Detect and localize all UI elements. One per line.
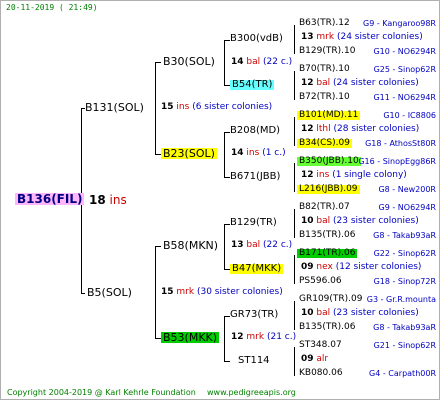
queen-g4-7[interactable]: B350(JBB).10 (297, 157, 361, 166)
queen-g4-11-origin: G22 - Sinop62R (373, 249, 436, 258)
queen-g3-8[interactable]: ST114 (238, 356, 270, 366)
queen-g3-2[interactable]: B54(TR) (230, 80, 275, 90)
queen-g4-12-origin: G18 - Sinop72R (373, 277, 436, 286)
queen-g3-7[interactable]: GR73(TR) (230, 310, 278, 320)
queen-g4-10-origin: G8 - Takab93aR (373, 231, 436, 240)
website-link[interactable]: www.pedigreeapis.org (207, 389, 296, 397)
connector-line (294, 71, 295, 100)
connector-line (294, 347, 295, 376)
queen-g4-6[interactable]: B34(CS).09 (297, 139, 352, 148)
queen-g4-8-origin: G8 - New200R (378, 185, 436, 194)
queen-g4-3-origin: G25 - Sinop62R (373, 65, 436, 74)
connector-line (294, 25, 295, 54)
queen-g4-2[interactable]: B129(TR).10 (299, 47, 355, 56)
queen-g4-4-origin: G11 - NO6294R (373, 93, 436, 102)
queen-g4-9-origin: G9 - NO6294R (378, 203, 436, 212)
queen-g4-12[interactable]: PS596.06 (299, 277, 342, 286)
queen-g4-1-origin: G9 - Kangaroo98R (363, 19, 436, 28)
queen-g1-1[interactable]: B131(SOL) (85, 102, 144, 113)
queen-g4-3-info: 12 bal (24 sister colonies) (301, 78, 419, 88)
queen-g2-1[interactable]: B30(SOL) (163, 56, 215, 67)
queen-g4-2-origin: G10 - NO6294R (373, 47, 436, 56)
queen-g4-13-origin: G3 - Gr.R.mounta (366, 295, 436, 304)
queen-g3-1[interactable]: B300(vdB) (230, 34, 283, 44)
connector-line (224, 40, 225, 86)
connector-line (155, 62, 161, 63)
copyright-notice: Copyright 2004-2019 @ Karl Kehrle Founda… (7, 388, 196, 397)
root-info: 18 ins (89, 193, 127, 207)
queen-g4-11[interactable]: B171(TR).06 (297, 249, 358, 258)
queen-g4-8[interactable]: L216(JBB).09 (297, 185, 360, 194)
queen-g2-3-info: 13 bal (22 c.) (231, 240, 293, 250)
connector-line (224, 224, 225, 270)
connector-line (224, 132, 225, 178)
queen-g4-6-origin: G18 - AthosSt80R (365, 139, 436, 148)
queen-g4-16-origin: G4 - Carpath00R (369, 369, 436, 378)
queen-g3-1-info: 14 bal (22 c.) (231, 57, 293, 67)
queen-g4-14-origin: G8 - Takab93aR (373, 323, 436, 332)
queen-g3-3[interactable]: B208(MD) (230, 126, 280, 136)
queen-g4-5-origin: G10 - IC8806 (383, 111, 436, 120)
connector-line (155, 246, 161, 247)
queen-g4-13[interactable]: GR109(TR).09 (299, 295, 363, 304)
queen-g4-13-info: 10 bal (23 sister colonies) (301, 308, 419, 318)
pedigree-chart: 20-11-2019 ( 21:49) Copyright 2004-2019 … (0, 0, 440, 400)
queen-g4-16[interactable]: KB080.06 (299, 369, 343, 378)
queen-g4-4[interactable]: B72(TR).10 (299, 93, 350, 102)
queen-g4-15-origin: G21 - Sinop62R (373, 341, 436, 350)
queen-g4-15-info: 09 alr (301, 354, 329, 364)
connector-line (155, 246, 156, 339)
queen-g2-3[interactable]: B58(MKN) (163, 240, 218, 251)
connector-line (294, 255, 295, 284)
print-timestamp: 20-11-2019 ( 21:49) (6, 3, 98, 12)
connector-line (224, 316, 225, 362)
connector-line (294, 163, 295, 192)
queen-g2-2-info: 14 ins (1 c.) (231, 148, 286, 158)
connector-line (224, 361, 230, 362)
queen-g1-1-info: 15 ins (6 sister colonies) (161, 102, 273, 112)
queen-g4-14[interactable]: B135(TR).06 (299, 323, 355, 332)
queen-g3-4[interactable]: B671(JBB) (230, 172, 280, 182)
connector-line (294, 209, 295, 238)
queen-g4-9-info: 10 bal (23 sister colonies) (301, 216, 419, 226)
queen-g4-7-origin: G16 - SinopEgg86R (358, 157, 436, 166)
queen-g1-2[interactable]: B5(SOL) (87, 287, 132, 298)
connector-line (294, 117, 295, 146)
queen-g4-11-info: 09 nex (12 sister colonies) (301, 262, 422, 272)
queen-g4-5[interactable]: B101(MD).11 (297, 111, 361, 120)
queen-g2-4-info: 12 mrk (21 c.) (231, 332, 297, 342)
root-queen[interactable]: B136(FIL) (15, 193, 85, 205)
queen-g4-1-info: 13 mrk (24 sister colonies) (301, 32, 423, 42)
queen-g3-5[interactable]: B129(TR) (230, 218, 277, 228)
queen-g4-1[interactable]: B63(TR).12 (299, 19, 350, 28)
connector-line (81, 293, 85, 294)
connector-line (155, 62, 156, 155)
queen-g4-9[interactable]: B82(TR).07 (299, 203, 350, 212)
queen-g4-15[interactable]: ST348.07 (299, 341, 342, 350)
queen-g2-2[interactable]: B23(SOL) (161, 148, 217, 159)
connector-line (294, 301, 295, 330)
queen-g4-10[interactable]: B135(TR).06 (299, 231, 355, 240)
queen-g4-3[interactable]: B70(TR).10 (299, 65, 350, 74)
queen-g2-4[interactable]: B53(MKK) (161, 332, 220, 343)
queen-g1-2-info: 15 mrk (30 sister colonies) (161, 287, 283, 297)
queen-g3-6[interactable]: B47(MKK) (230, 264, 284, 274)
queen-g4-7-info: 12 ins (1 single colony) (301, 170, 407, 180)
queen-g4-5-info: 12 lthl (28 sister colonies) (301, 124, 420, 134)
